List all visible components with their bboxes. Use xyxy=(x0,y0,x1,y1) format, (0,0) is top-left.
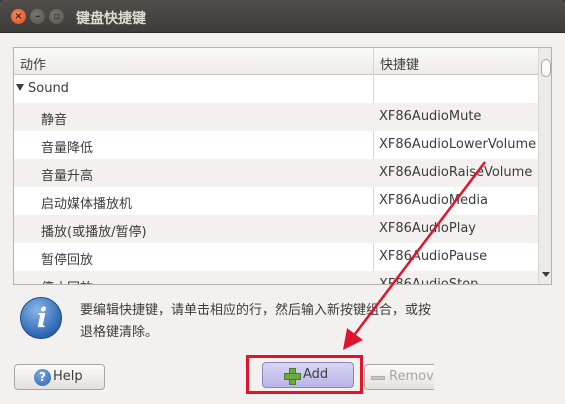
vertical-scrollbar[interactable] xyxy=(538,48,551,284)
titlebar: × – ▫ 键盘快捷键 xyxy=(0,0,565,33)
scroll-down-arrow-icon[interactable] xyxy=(542,272,550,277)
minus-icon xyxy=(371,376,385,380)
table-rows: Sound 静音 XF86AudioMute 音量降低 XF86AudioLow… xyxy=(14,75,538,285)
group-label: Sound xyxy=(28,81,69,96)
shortcuts-table[interactable]: 动作 快捷键 Sound 静音 XF86AudioMute 音量降低 XF86A… xyxy=(13,47,552,285)
shortcut-cell: XF86AudioLowerVolume xyxy=(379,137,537,152)
info-icon: i xyxy=(20,297,62,339)
minimize-window-button[interactable]: – xyxy=(30,9,45,24)
close-window-button[interactable]: × xyxy=(11,9,26,24)
action-cell: 音量降低 xyxy=(41,141,94,156)
action-cell: 播放(或播放/暂停) xyxy=(41,225,147,240)
action-cell: 音量升高 xyxy=(41,169,94,184)
table-row[interactable]: 暂停回放 XF86AudioPause xyxy=(14,243,538,271)
shortcut-cell: XF86AudioPause xyxy=(379,249,488,264)
action-cell: 静音 xyxy=(41,113,68,128)
table-row[interactable]: 停止回放 XF86AudioStop xyxy=(14,271,538,285)
minimize-icon: – xyxy=(35,11,40,22)
help-button[interactable]: ? Help xyxy=(14,364,105,390)
table-row[interactable]: 音量降低 XF86AudioLowerVolume xyxy=(14,131,538,159)
shortcut-cell: XF86AudioMute xyxy=(379,109,482,124)
info-text: 要编辑快捷键，请单击相应的行，然后输入新按键组合，或按退格键清除。 xyxy=(80,303,432,340)
shortcut-cell: XF86AudioRaiseVolume xyxy=(379,165,533,180)
help-icon: ? xyxy=(34,369,51,386)
table-row[interactable]: 播放(或播放/暂停) XF86AudioPlay xyxy=(14,215,538,243)
table-row-group-sound[interactable]: Sound xyxy=(14,75,538,103)
action-cell: 启动媒体播放机 xyxy=(41,197,133,212)
table-row[interactable]: 音量升高 XF86AudioRaiseVolume xyxy=(14,159,538,187)
remove-button[interactable]: Remove xyxy=(364,364,434,390)
table-row[interactable]: 静音 XF86AudioMute xyxy=(14,103,538,131)
table-header: 动作 快捷键 xyxy=(14,48,538,75)
help-button-label: Help xyxy=(53,369,83,384)
scrollbar-thumb[interactable] xyxy=(541,59,551,77)
remove-button-label: Remove xyxy=(389,369,434,384)
column-header-shortcut[interactable]: 快捷键 xyxy=(380,54,419,73)
shortcut-cell: XF86AudioStop xyxy=(379,277,479,285)
table-row[interactable]: 启动媒体播放机 XF86AudioMedia xyxy=(14,187,538,215)
column-header-action[interactable]: 动作 xyxy=(20,54,46,73)
window-title: 键盘快捷键 xyxy=(76,11,146,27)
maximize-window-button[interactable]: ▫ xyxy=(49,9,64,24)
highlight-box xyxy=(246,355,363,394)
shortcut-cell: XF86AudioMedia xyxy=(379,193,488,208)
shortcut-cell: XF86AudioPlay xyxy=(379,221,476,236)
keyboard-shortcuts-window: × – ▫ 键盘快捷键 动作 快捷键 Sound 静音 XF86AudioMut… xyxy=(0,0,565,404)
maximize-icon: ▫ xyxy=(53,11,60,22)
close-icon: × xyxy=(14,11,23,22)
expander-triangle-icon[interactable] xyxy=(16,84,24,91)
action-cell: 暂停回放 xyxy=(41,253,94,268)
action-cell: 停止回放 xyxy=(41,277,93,284)
